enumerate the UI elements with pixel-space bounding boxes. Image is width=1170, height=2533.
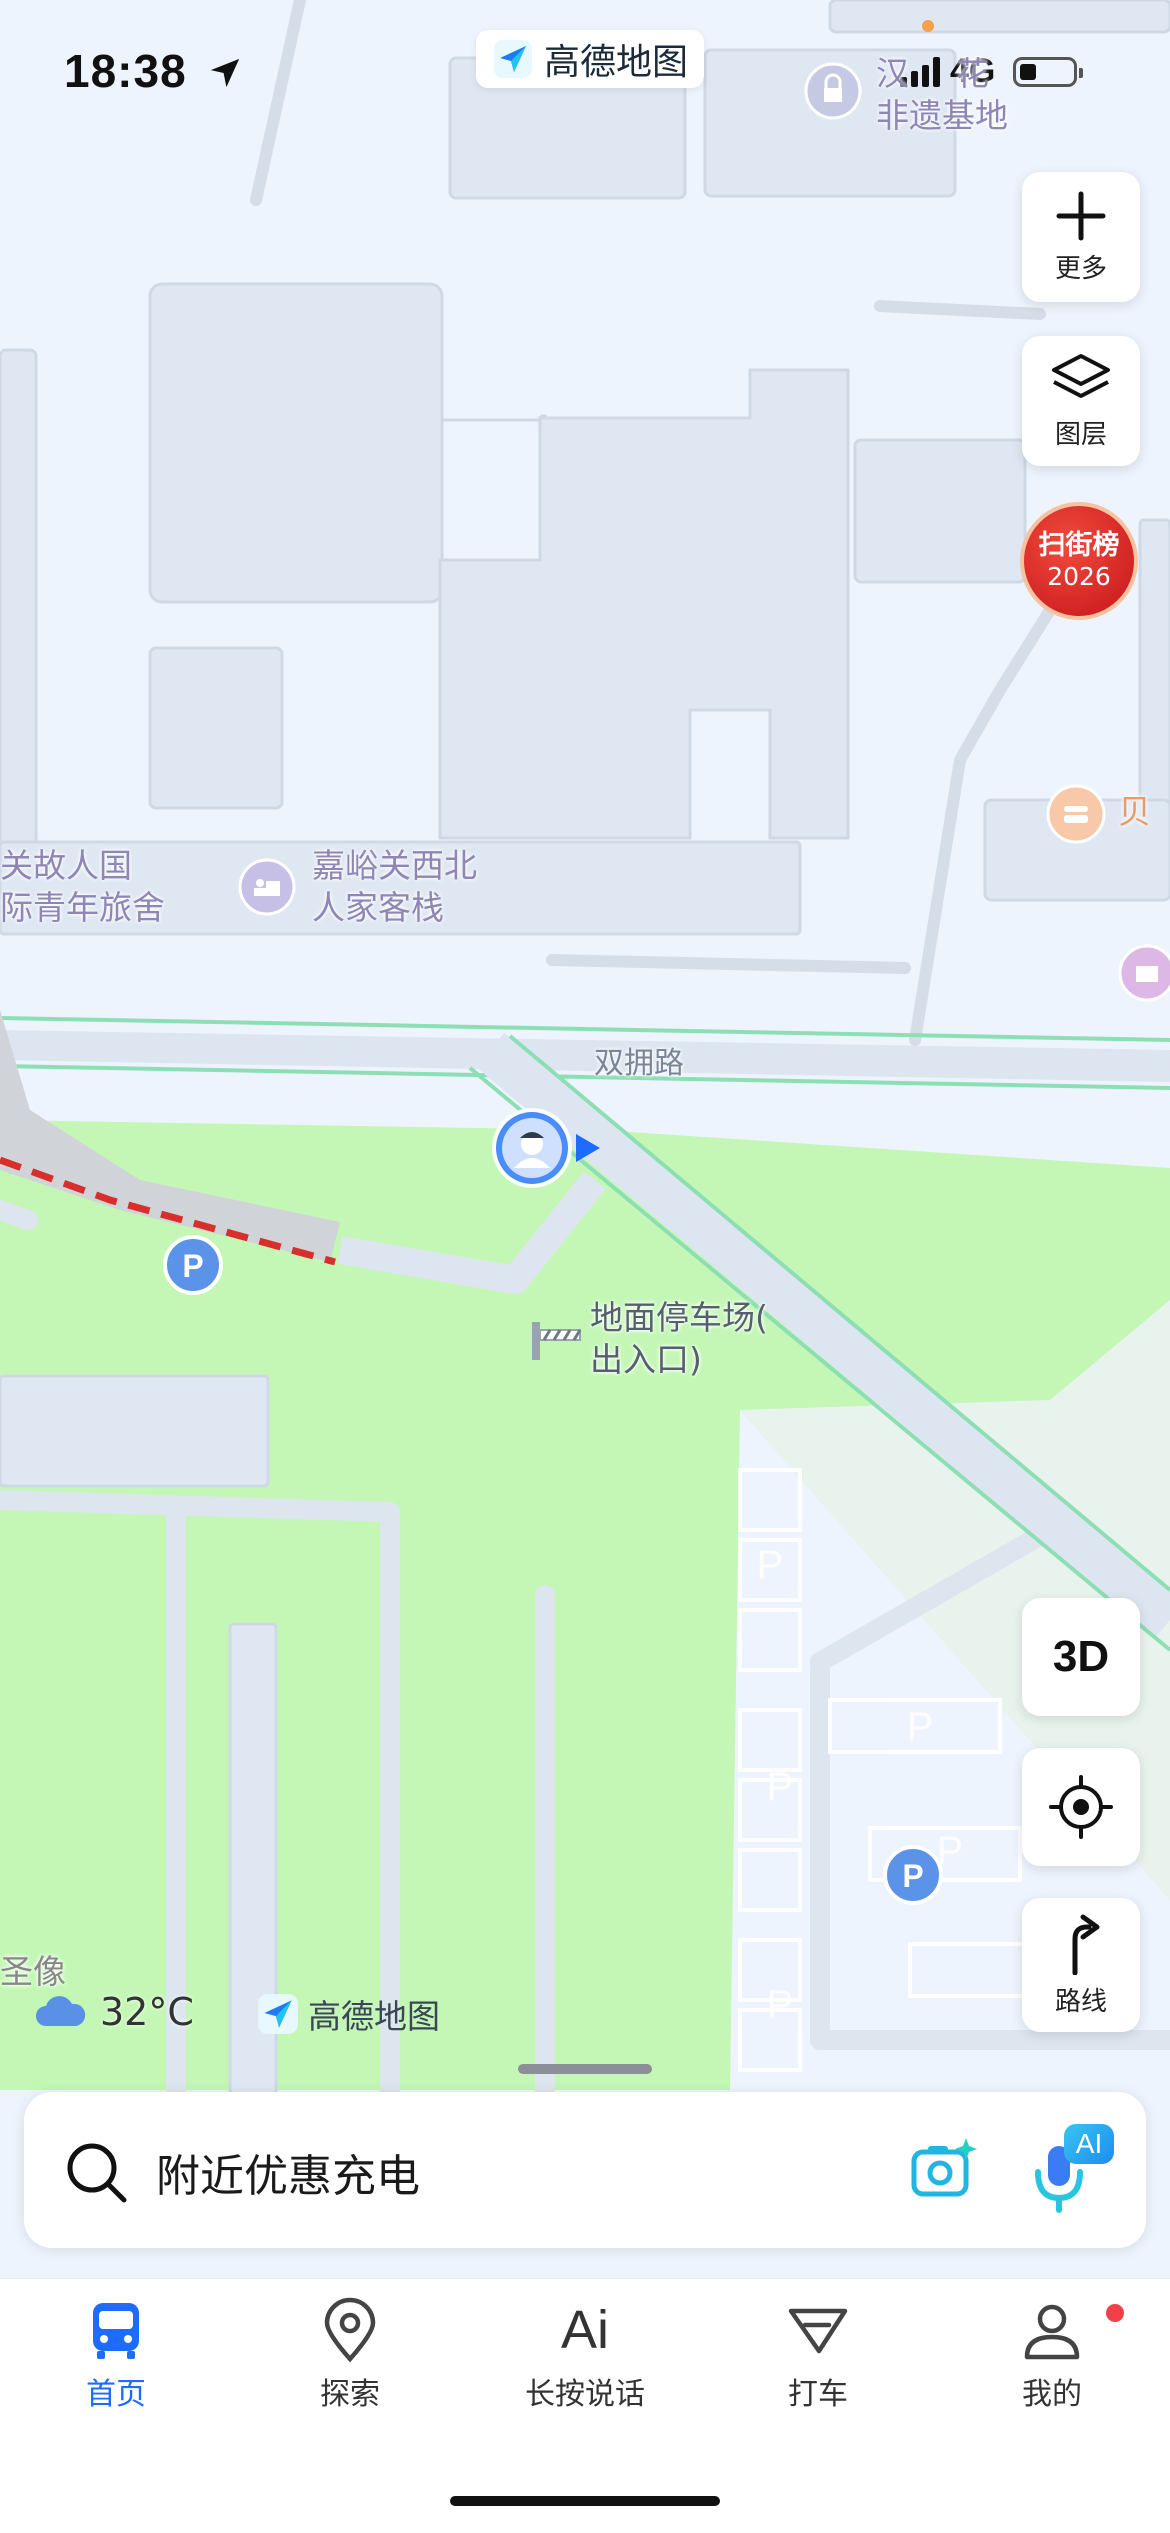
heritage-label-line2: 非遗基地 — [876, 96, 1008, 135]
tab-profile-label: 我的 — [1022, 2377, 1082, 2412]
search-icon — [67, 2143, 127, 2203]
layers-button[interactable]: 图层 — [1022, 336, 1140, 466]
tab-explore-label: 探索 — [320, 2377, 380, 2412]
tab-explore[interactable]: 探索 — [270, 2297, 430, 2413]
ranking-year: 2026 — [1047, 562, 1111, 591]
hostel-b-label-line1: 嘉峪关西北 — [312, 846, 477, 885]
plus-icon — [1056, 191, 1106, 240]
tab-taxi-label: 打车 — [788, 2377, 848, 2412]
view-3d-label: 3D — [1052, 1632, 1110, 1681]
ranking-title: 扫街榜 — [1038, 530, 1120, 561]
parking-icon[interactable]: P — [882, 1844, 944, 1906]
amap-logo-icon — [258, 1994, 298, 2034]
status-time: 18:38 — [64, 45, 187, 97]
camera-search-icon[interactable] — [908, 2134, 980, 2206]
battery-icon — [1013, 56, 1084, 87]
more-label: 更多 — [1054, 253, 1107, 284]
parking-mark: P — [767, 1983, 794, 2027]
map-pin-icon — [324, 2297, 376, 2363]
tab-voice[interactable]: Ai 长按说话 — [505, 2297, 665, 2413]
temperature: 32°C — [100, 1990, 194, 2034]
more-button[interactable]: 更多 — [1022, 172, 1140, 302]
svg-text:P: P — [902, 1858, 923, 1894]
notification-dot — [1106, 2304, 1124, 2322]
brand-badge: 高德地图 — [476, 30, 705, 88]
heritage-poi-icon[interactable] — [804, 62, 862, 120]
locate-crosshair-icon — [1049, 1775, 1113, 1839]
tab-taxi[interactable]: 打车 — [738, 2297, 898, 2413]
user-location-marker[interactable] — [490, 1104, 606, 1192]
hotel-poi-icon[interactable] — [238, 858, 296, 916]
watermark-text: 高德地图 — [308, 1997, 440, 2036]
sheet-drag-handle[interactable] — [518, 2064, 652, 2074]
view-3d-button[interactable]: 3D — [1022, 1598, 1140, 1716]
home-indicator[interactable] — [450, 2496, 720, 2506]
parking-gate-label-line2: 出入口) — [590, 1340, 702, 1379]
parking-icon[interactable]: P — [162, 1234, 224, 1296]
hostel-a-label-line1: 关故人国 — [0, 846, 132, 885]
layers-label: 图层 — [1054, 419, 1107, 450]
parking-mark: P — [907, 1705, 934, 1749]
heritage-label-line1: 汉 — [876, 54, 909, 93]
ai-voice-button[interactable]: AI — [1028, 2124, 1116, 2214]
brand-name: 高德地图 — [544, 42, 689, 83]
ai-voice-tab-icon: Ai — [560, 2300, 609, 2360]
hostel-a-label-line2: 际青年旅舍 — [0, 888, 165, 927]
route-label: 路线 — [1054, 1986, 1107, 2017]
shop-poi-icon[interactable] — [1118, 944, 1170, 1002]
svg-text:P: P — [182, 1248, 203, 1284]
locate-me-button[interactable] — [1022, 1748, 1140, 1866]
bus-icon — [93, 2303, 139, 2359]
tab-home[interactable]: 首页 — [36, 2297, 196, 2413]
privacy-indicator-dot — [922, 20, 934, 32]
cloud-icon — [36, 1996, 86, 2026]
parking-mark: P — [767, 1765, 794, 1809]
route-arrow-icon — [1072, 1914, 1100, 1975]
heritage-label-partial: 花 — [956, 54, 989, 93]
person-icon — [1024, 2304, 1080, 2360]
parking-gate-label-line1: 地面停车场( — [590, 1298, 768, 1337]
location-arrow-icon — [210, 58, 240, 88]
street-ranking-badge[interactable]: 扫街榜 2026 — [1020, 502, 1138, 620]
parking-mark: P — [757, 1543, 784, 1587]
ai-badge: AI — [1064, 2124, 1114, 2164]
statue-label-partial: 圣像 — [0, 1952, 66, 1991]
bottom-tab-bar: 首页 探索 Ai 长按说话 打车 我的 — [0, 2278, 1170, 2533]
road-label: 双拥路 — [594, 1046, 684, 1081]
ai-badge-text: AI — [1075, 2128, 1103, 2159]
taxi-icon — [788, 2308, 848, 2354]
parking-gate-icon — [532, 1322, 582, 1360]
amap-logo-icon — [494, 40, 532, 78]
layers-icon — [1052, 353, 1110, 398]
search-text[interactable]: 附近优惠充电 — [156, 2140, 420, 2204]
route-button[interactable]: 路线 — [1022, 1898, 1140, 2032]
hostel-b-label-line2: 人家客栈 — [312, 888, 444, 927]
weather-widget[interactable]: 32°C — [34, 1990, 194, 2034]
tab-voice-label: 长按说话 — [525, 2377, 645, 2412]
food-poi-icon[interactable] — [1046, 784, 1106, 844]
map-watermark: 高德地图 — [256, 1990, 440, 2038]
poi-right-label: 贝 — [1118, 792, 1151, 831]
search-bar[interactable]: 附近优惠充电 AI — [24, 2092, 1146, 2248]
tab-home-label: 首页 — [86, 2377, 146, 2412]
